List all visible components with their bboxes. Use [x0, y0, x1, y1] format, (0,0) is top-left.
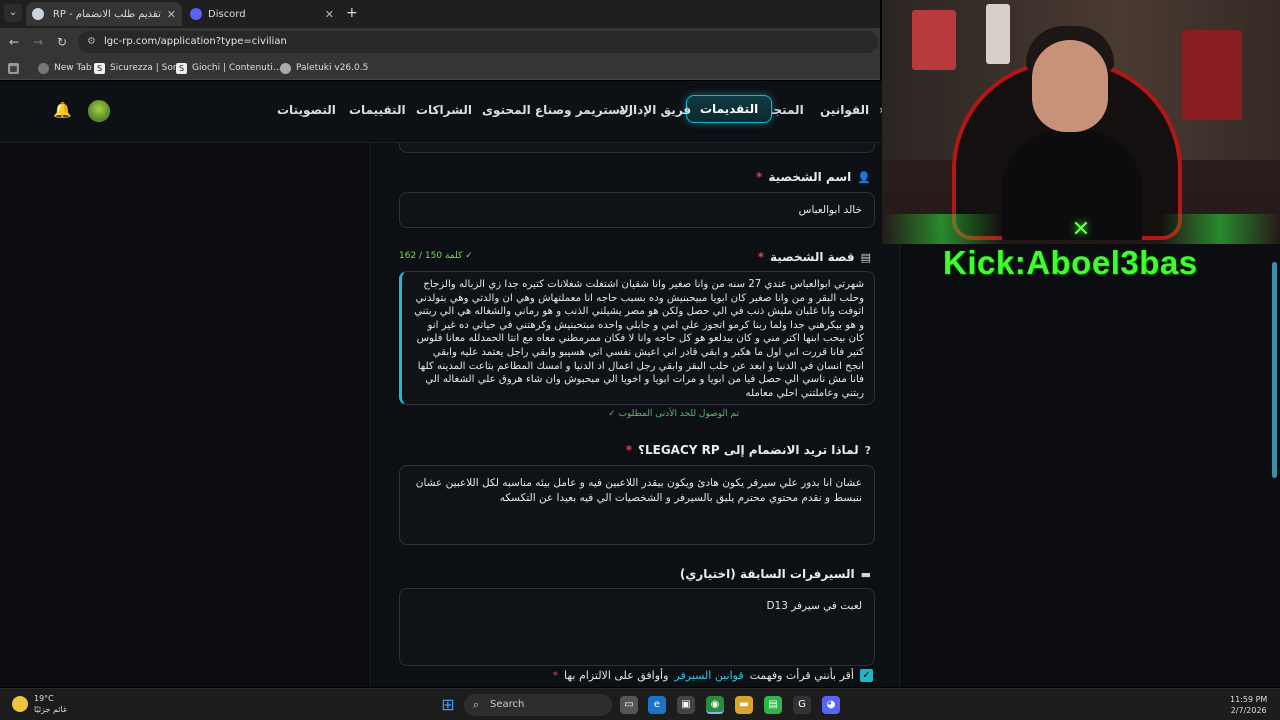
chrome-icon[interactable]: ◉	[706, 696, 724, 714]
weather-widget[interactable]: 19°C غائم جزئيًا	[12, 693, 67, 715]
bookmark-sony[interactable]: S Sicurezza | Sony	[94, 60, 184, 76]
url-text: lgc-rp.com/application?type=civilian	[104, 36, 287, 47]
tab-legacy-rp[interactable]: تقديم طلب الانضمام - LEGACY RP ✕	[26, 2, 182, 26]
task-view-icon[interactable]: ▭	[620, 696, 638, 714]
agree-checkbox[interactable]: ✓	[860, 669, 873, 682]
bookmark-new-tab[interactable]: New Tab	[38, 60, 92, 76]
taskbar-search[interactable]: ⌕ Search	[464, 694, 612, 716]
screen: ⌄ تقديم طلب الانضمام - LEGACY RP ✕ Disco…	[0, 0, 1280, 720]
why-join-label: ? لماذا تريد الانضمام إلى LEGACY RP؟ *	[625, 443, 871, 457]
application-form: 👤 اسم الشخصية * خالد ابوالعباس ▤ قصة الش…	[370, 143, 900, 687]
wall-poster	[986, 4, 1010, 64]
tab-discord[interactable]: Discord ✕	[184, 2, 340, 26]
wall-poster	[912, 10, 956, 70]
tab-title: تقديم طلب الانضمام - LEGACY RP	[50, 8, 161, 20]
character-name-input[interactable]: خالد ابوالعباس	[399, 192, 875, 228]
weather-icon	[12, 696, 28, 712]
windows-taskbar: 19°C غائم جزئيًا ⊞ ⌕ Search ▭ e ▣ ◉ ▬ ▤ …	[0, 688, 1280, 720]
nav-streamers[interactable]: الاستريمر وصناع المحتوى	[482, 103, 633, 117]
x-logo-icon: ✕	[1071, 217, 1091, 242]
globe-icon	[280, 62, 291, 74]
user-icon: 👤	[857, 170, 871, 184]
app-icon[interactable]: G	[793, 696, 811, 714]
tab-title: Discord	[208, 8, 246, 20]
discord-favicon-icon	[190, 8, 202, 20]
app-icon[interactable]: ▤	[764, 696, 782, 714]
character-story-textarea[interactable]: شهرتي ابوالعباس عندي 27 سنه من وانا صغير…	[399, 271, 875, 405]
back-icon[interactable]: ←	[5, 33, 23, 51]
discord-icon[interactable]: ◕	[822, 696, 840, 714]
why-join-textarea[interactable]: عشان انا بدور علي سيرفر يكون هادئ ويكون …	[399, 465, 875, 545]
close-tab-icon[interactable]: ✕	[325, 8, 334, 21]
address-bar-row: ← → ↻ ⚙ lgc-rp.com/application?type=civi…	[0, 28, 880, 56]
nav-rules[interactable]: القوانين	[820, 103, 869, 117]
word-counter: 162 / 150 كلمة ✓	[399, 251, 473, 261]
store-icon[interactable]: ▣	[677, 696, 695, 714]
new-tab-icon[interactable]: +	[346, 5, 358, 21]
nav-applications[interactable]: التقديمات	[686, 95, 773, 123]
bell-icon[interactable]: 🔔	[53, 101, 72, 119]
previous-servers-label: ▬ السيرفرات السابقة (اختياري)	[679, 567, 871, 581]
kick-channel-text: Kick:Aboel3bas	[943, 244, 1198, 281]
url-input[interactable]: ⚙ lgc-rp.com/application?type=civilian	[78, 31, 878, 53]
avatar[interactable]	[88, 100, 110, 122]
page-scrollbar[interactable]	[1272, 262, 1277, 478]
apps-grid-icon[interactable]: ▦	[8, 60, 19, 76]
close-tab-icon[interactable]: ✕	[167, 8, 176, 21]
document-icon: ▤	[860, 250, 871, 264]
reload-icon[interactable]: ↻	[53, 33, 71, 51]
previous-section-edge	[399, 143, 875, 153]
jersey	[1182, 30, 1242, 120]
nav-votes[interactable]: التصويتات	[277, 103, 336, 117]
forward-icon[interactable]: →	[29, 33, 47, 51]
browser-tab-bar: ⌄ تقديم طلب الانضمام - LEGACY RP ✕ Disco…	[0, 0, 880, 28]
question-icon: ?	[864, 443, 871, 457]
tab-search-icon[interactable]: ⌄	[4, 4, 22, 22]
min-length-reached: ✓ تم الوصول للحد الأدنى المطلوب	[608, 409, 739, 419]
bookmark-paletuki[interactable]: Paletuki v26.0.5	[280, 60, 368, 76]
search-icon: ⌕	[473, 698, 480, 711]
globe-icon	[38, 62, 49, 74]
character-story-label: ▤ قصة الشخصية *	[757, 250, 871, 264]
previous-servers-textarea[interactable]: لعبت في سيرفر D13	[399, 588, 875, 666]
rules-link[interactable]: قوانين السيرفر	[674, 669, 743, 682]
webcam-overlay: ✕	[882, 0, 1280, 244]
streamer-face	[1032, 40, 1108, 132]
system-clock[interactable]: 11:59 PM 2/7/2026	[1230, 694, 1267, 716]
edge-icon[interactable]: e	[648, 696, 666, 714]
file-explorer-icon[interactable]: ▬	[735, 696, 753, 714]
character-name-label: 👤 اسم الشخصية *	[756, 170, 871, 184]
nav-partners[interactable]: الشراكات	[416, 103, 472, 117]
site-info-icon[interactable]: ⚙	[87, 31, 96, 53]
server-icon: ▬	[860, 567, 871, 581]
bookmark-giochi[interactable]: S Giochi | Contenuti...	[176, 60, 281, 76]
rules-agreement[interactable]: ✓ أقر بأنني قرأت وفهمت قوانين السيرفر وأ…	[552, 669, 873, 682]
windows-start-icon[interactable]: ⊞	[438, 695, 458, 715]
legacy-favicon-icon	[32, 8, 44, 20]
nav-reviews[interactable]: التقييمات	[349, 103, 406, 117]
bookmarks-bar: ▦ New Tab S Sicurezza | Sony S Giochi | Co…	[0, 56, 880, 80]
